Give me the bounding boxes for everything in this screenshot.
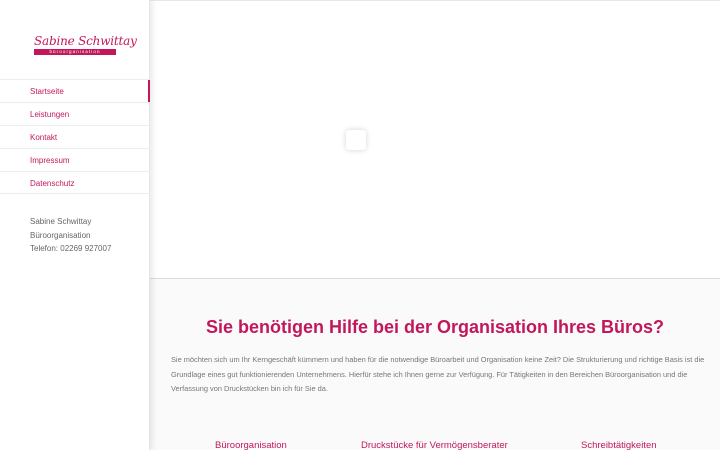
contact-title: Büroorganisation (30, 230, 91, 240)
main-content: Sie benötigen Hilfe bei der Organisation… (150, 279, 720, 450)
nav-item-kontakt[interactable]: Kontakt (0, 125, 150, 148)
brand-logo[interactable]: Sabine Schwittay büroorganisation (34, 34, 137, 58)
contact-info: Sabine Schwittay Büroorganisation Telefo… (30, 215, 111, 256)
brand-tagline: büroorganisation (34, 49, 116, 55)
contact-name: Sabine Schwittay (30, 217, 92, 226)
page-headline: Sie benötigen Hilfe bei der Organisation… (205, 317, 665, 337)
sidebar: Sabine Schwittay büroorganisation Starts… (0, 0, 150, 450)
main-nav: Startseite Leistungen Kontakt Impressum … (0, 79, 150, 194)
nav-item-datenschutz[interactable]: Datenschutz (0, 171, 150, 194)
brand-name: Sabine Schwittay (34, 34, 137, 48)
service-schreibtaetigkeiten[interactable]: Schreibtätigkeiten (581, 440, 657, 450)
hero-slider (150, 0, 720, 279)
nav-item-impressum[interactable]: Impressum (0, 148, 150, 171)
service-druckstuecke[interactable]: Druckstücke für Vermögensberater (361, 440, 508, 450)
nav-item-startseite[interactable]: Startseite (0, 79, 150, 102)
nav-item-leistungen[interactable]: Leistungen (0, 102, 150, 125)
loading-spinner (346, 130, 366, 150)
contact-phone[interactable]: Telefon: 02269 927007 (30, 242, 111, 256)
service-bueroorganisation[interactable]: Büroorganisation (215, 440, 287, 450)
intro-text: Sie möchten sich um Ihr Kerngeschäft küm… (171, 355, 705, 393)
services-row: Büroorganisation Druckstücke für Vermöge… (150, 440, 720, 450)
